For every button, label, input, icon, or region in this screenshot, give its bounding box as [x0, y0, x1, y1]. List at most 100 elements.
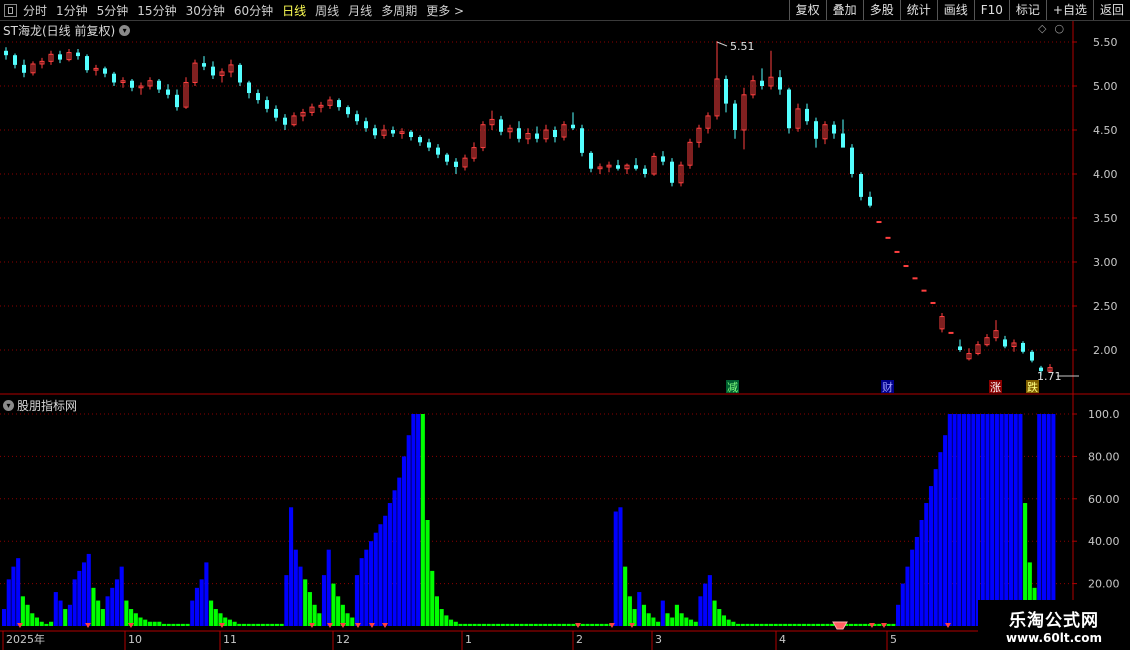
- diamond-icon[interactable]: ◇: [1038, 22, 1046, 35]
- candle-body: [1030, 351, 1034, 361]
- candlestick-series: [4, 41, 1053, 376]
- indicator-bar: [877, 623, 882, 626]
- candle-body: [238, 64, 242, 83]
- indicator-bar: [260, 623, 265, 626]
- indicator-bar: [166, 623, 171, 626]
- indicator-bar: [458, 623, 463, 626]
- date-tick-label: 2025年: [6, 632, 45, 646]
- indicator-bar: [86, 553, 91, 626]
- indicator-bar: [726, 619, 731, 626]
- indicator-bar: [580, 623, 585, 626]
- indicator-bar: [858, 623, 863, 626]
- indicator-bar: [971, 414, 976, 626]
- date-tick-label: 1: [465, 633, 472, 646]
- indicator-tick-label: 80.00: [1088, 450, 1120, 463]
- indicator-bar: [439, 609, 444, 626]
- candle-body: [427, 142, 431, 148]
- watermark-name: 乐淘公式网: [1009, 610, 1099, 631]
- indicator-bar: [759, 623, 764, 626]
- candle-body: [157, 80, 161, 90]
- indicator-bar: [698, 596, 703, 626]
- indicator-bar: [472, 623, 477, 626]
- indicator-bar: [910, 549, 915, 626]
- candle-body: [876, 221, 882, 224]
- candle-body: [337, 100, 341, 108]
- indicator-bar: [411, 414, 416, 626]
- indicator-bar: [552, 623, 557, 626]
- indicator-bar: [345, 613, 350, 626]
- candle-body: [921, 289, 927, 292]
- indicator-bar: [256, 623, 261, 626]
- indicator-bar: [1046, 414, 1051, 626]
- candle-body: [175, 94, 179, 108]
- indicator-bar: [684, 617, 689, 626]
- date-tick-label: 2: [576, 633, 583, 646]
- indicator-bar: [938, 452, 943, 626]
- candle-body: [634, 165, 638, 169]
- indicator-bar: [905, 566, 910, 626]
- indicator-tick-label: 60.00: [1088, 493, 1120, 506]
- indicator-bar: [481, 623, 487, 626]
- chart-canvas[interactable]: 5.50 5.00 4.50 4.00 3.50 3.00 2.50 2.00 100.0 80.…: [0, 0, 1130, 650]
- indicator-bar: [660, 600, 665, 626]
- indicator-bar: [336, 596, 341, 626]
- candle-body: [616, 165, 620, 169]
- indicator-bar: [53, 592, 58, 626]
- indicator-bar: [924, 503, 929, 626]
- indicator-bar: [674, 604, 679, 626]
- indicator-bar: [185, 623, 190, 626]
- candle-body: [130, 80, 134, 88]
- candle-body: [85, 56, 89, 71]
- indicator-bar: [110, 587, 115, 626]
- dot-icon[interactable]: ○: [1054, 22, 1064, 35]
- high-pointer: [716, 41, 728, 47]
- candle-body: [930, 301, 936, 304]
- candle-body: [580, 128, 584, 153]
- indicator-bar: [891, 623, 896, 626]
- indicator-bar: [547, 623, 552, 626]
- indicator-panel-title[interactable]: ▾ 股朋指标网: [3, 397, 77, 414]
- indicator-bar: [1013, 414, 1018, 626]
- price-tick-label: 3.50: [1093, 212, 1118, 225]
- main-chart-title[interactable]: ST海龙(日线 前复权) ▾: [3, 22, 131, 39]
- candle-body: [805, 108, 809, 122]
- candle-body: [166, 89, 170, 95]
- indicator-bar: [651, 617, 656, 626]
- price-tick-label: 3.00: [1093, 256, 1118, 269]
- indicator-bar: [463, 623, 468, 626]
- indicator-bar: [500, 623, 505, 626]
- indicator-bar: [91, 587, 96, 626]
- indicator-bar: [350, 617, 355, 626]
- candle-body: [787, 89, 791, 129]
- candle-body: [418, 137, 422, 143]
- indicator-bar: [1008, 414, 1014, 626]
- candle-body: [4, 50, 8, 56]
- indicator-bar: [63, 609, 68, 626]
- indicator-bar: [811, 623, 816, 626]
- candle-body: [868, 196, 872, 206]
- indicator-bar: [359, 558, 364, 626]
- indicator-bar: [896, 604, 901, 626]
- candle-body: [733, 103, 737, 130]
- candle-body: [859, 174, 863, 197]
- indicator-bar: [307, 592, 312, 626]
- indicator-bar: [957, 414, 962, 626]
- candle-body: [13, 55, 17, 65]
- indicator-bar: [928, 486, 934, 626]
- indicator-bar: [980, 414, 985, 626]
- chevron-down-icon[interactable]: ▾: [3, 400, 14, 411]
- indicator-bar: [152, 621, 157, 626]
- indicator-bar: [303, 579, 308, 626]
- indicator-bar: [25, 604, 30, 626]
- indicator-bar: [143, 619, 148, 626]
- candle-body: [903, 265, 909, 268]
- indicator-bar: [773, 623, 778, 626]
- indicator-bar: [317, 613, 322, 626]
- indicator-bar: [519, 623, 524, 626]
- chevron-down-icon[interactable]: ▾: [119, 25, 131, 36]
- indicator-bar: [533, 623, 538, 626]
- indicator-bar: [510, 623, 515, 626]
- indicator-bar: [797, 623, 802, 626]
- indicator-bar: [825, 623, 830, 626]
- indicator-bar: [670, 617, 675, 626]
